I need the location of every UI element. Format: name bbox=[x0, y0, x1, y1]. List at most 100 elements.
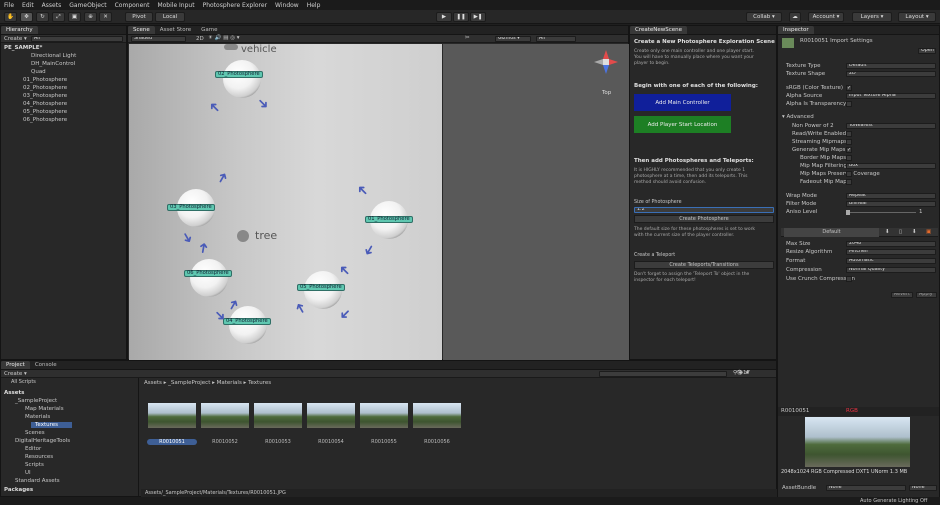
account-button[interactable]: Account ▾ bbox=[808, 12, 844, 22]
scene-root-item[interactable]: PE_SAMPLE* bbox=[4, 45, 42, 51]
collab-button[interactable]: Collab ▾ bbox=[746, 12, 782, 22]
photosphere-node[interactable] bbox=[223, 60, 261, 98]
tab-console[interactable]: Console bbox=[30, 361, 62, 369]
scale-tool-icon[interactable]: ⤢ bbox=[52, 12, 65, 22]
apply-button[interactable]: Apply bbox=[916, 292, 937, 298]
folder-item[interactable]: Editor bbox=[25, 446, 41, 452]
crunch-checkbox[interactable] bbox=[846, 276, 852, 282]
custom-tool-icon[interactable]: ✕ bbox=[99, 12, 112, 22]
rect-tool-icon[interactable]: ▣ bbox=[68, 12, 81, 22]
hierarchy-item[interactable]: Quad bbox=[31, 69, 46, 75]
format-dropdown[interactable]: Automatic bbox=[846, 258, 936, 264]
folder-item[interactable]: Scripts bbox=[25, 462, 44, 468]
menu-help[interactable]: Help bbox=[303, 2, 325, 9]
scene-gizmo-icon[interactable] bbox=[592, 48, 620, 76]
texture-thumbnail[interactable] bbox=[201, 403, 249, 428]
hierarchy-create-button[interactable]: Create ▾ bbox=[4, 36, 27, 42]
srgb-checkbox[interactable]: ✓ bbox=[846, 85, 852, 91]
aniso-slider-handle[interactable] bbox=[846, 210, 850, 215]
gizmos-dropdown[interactable]: Gizmos ▾ bbox=[495, 36, 531, 42]
tab-platform-default[interactable]: Default bbox=[784, 228, 879, 237]
thumbnail-label[interactable]: R0010055 bbox=[359, 439, 409, 445]
menu-photosphere-explorer[interactable]: Photosphere Explorer bbox=[199, 2, 271, 9]
open-button[interactable]: Open bbox=[918, 48, 936, 54]
pivot-button[interactable]: Pivot bbox=[125, 12, 153, 22]
thumbnail-label[interactable]: R0010051 bbox=[147, 439, 197, 445]
all-scripts-item[interactable]: All Scripts bbox=[11, 379, 36, 385]
hierarchy-item[interactable]: 06_Photosphere bbox=[23, 117, 67, 123]
menu-component[interactable]: Component bbox=[111, 2, 154, 9]
transform-tool-icon[interactable]: ⊕ bbox=[84, 12, 97, 22]
hand-tool-icon[interactable]: ✋ bbox=[4, 12, 17, 22]
rotate-tool-icon[interactable]: ↻ bbox=[36, 12, 49, 22]
non-power-dropdown[interactable]: ToNearest bbox=[846, 123, 936, 129]
folder-item[interactable]: Standard Assets bbox=[15, 478, 60, 484]
create-photosphere-button[interactable]: Create Photosphere bbox=[634, 215, 774, 223]
layers-dropdown[interactable]: Layers ▾ bbox=[852, 12, 892, 22]
platform-ios-icon[interactable]: ▯ bbox=[899, 229, 902, 235]
size-input[interactable]: 1.2 bbox=[634, 207, 774, 213]
tab-project[interactable]: Project bbox=[1, 361, 30, 369]
2d-toggle[interactable]: 2D bbox=[196, 36, 204, 42]
aniso-value[interactable]: 1 bbox=[919, 209, 923, 215]
menu-gameobject[interactable]: GameObject bbox=[65, 2, 110, 9]
scene-search-input[interactable]: All bbox=[536, 36, 576, 42]
texture-thumbnail[interactable] bbox=[360, 403, 408, 428]
compression-dropdown[interactable]: Normal Quality bbox=[846, 267, 936, 273]
scene-viewport[interactable]: vehicle tree 02_Photosphere 03_Photosphe… bbox=[129, 44, 442, 360]
texture-type-dropdown[interactable]: Default bbox=[846, 63, 936, 69]
asset-bundle-dropdown[interactable]: None bbox=[826, 485, 906, 491]
tab-game[interactable]: Game bbox=[196, 26, 222, 34]
thumbnail-label[interactable]: R0010056 bbox=[412, 439, 462, 445]
menu-file[interactable]: File bbox=[0, 2, 18, 9]
texture-thumbnail[interactable] bbox=[254, 403, 302, 428]
menu-edit[interactable]: Edit bbox=[18, 2, 38, 9]
folder-item[interactable]: Scenes bbox=[25, 430, 45, 436]
photosphere-node[interactable] bbox=[190, 259, 228, 297]
hierarchy-item[interactable]: 04_Photosphere bbox=[23, 101, 67, 107]
add-main-controller-button[interactable]: Add Main Controller bbox=[634, 94, 731, 111]
lighting-icon[interactable]: ☀ 🔊 ▤ ◎ ▾ bbox=[208, 35, 240, 41]
hierarchy-item[interactable]: 01_Photosphere bbox=[23, 77, 67, 83]
menu-assets[interactable]: Assets bbox=[38, 2, 66, 9]
hierarchy-item[interactable]: DH_MainControl bbox=[31, 61, 75, 67]
move-tool-icon[interactable]: ✥ bbox=[20, 12, 33, 22]
folder-item[interactable]: UI bbox=[25, 470, 31, 476]
fadeout-checkbox[interactable] bbox=[846, 179, 852, 185]
texture-thumbnail[interactable] bbox=[307, 403, 355, 428]
project-create-button[interactable]: Create ▾ bbox=[4, 371, 27, 377]
tab-scene[interactable]: Scene bbox=[128, 26, 155, 34]
step-button[interactable]: ▶❚ bbox=[470, 12, 486, 22]
pause-button[interactable]: ❚❚ bbox=[453, 12, 469, 22]
play-button[interactable]: ▶ bbox=[436, 12, 452, 22]
hierarchy-item[interactable]: 03_Photosphere bbox=[23, 93, 67, 99]
project-search-input[interactable] bbox=[599, 371, 727, 377]
layout-dropdown[interactable]: Layout ▾ bbox=[898, 12, 936, 22]
project-breadcrumb[interactable]: Assets ▸ _SampleProject ▸ Materials ▸ Te… bbox=[144, 380, 271, 386]
create-teleports-button[interactable]: Create Teleports/Transitions bbox=[634, 261, 774, 269]
texture-thumbnail[interactable] bbox=[148, 403, 196, 428]
folder-item[interactable]: Resources bbox=[25, 454, 53, 460]
border-mip-checkbox[interactable] bbox=[846, 155, 852, 161]
platform-android-icon[interactable]: ⬇ bbox=[912, 229, 917, 235]
hierarchy-item[interactable]: 02_Photosphere bbox=[23, 85, 67, 91]
tab-hierarchy[interactable]: Hierarchy bbox=[1, 26, 38, 34]
mip-filter-dropdown[interactable]: Box bbox=[846, 163, 936, 169]
thumbnail-label[interactable]: R0010052 bbox=[200, 439, 250, 445]
texture-shape-dropdown[interactable]: 2D bbox=[846, 71, 936, 77]
hierarchy-item[interactable]: Directional Light bbox=[31, 53, 76, 59]
alpha-source-dropdown[interactable]: Input Texture Alpha bbox=[846, 93, 936, 99]
revert-button[interactable]: Revert bbox=[891, 292, 913, 298]
tab-asset-store[interactable]: Asset Store bbox=[155, 26, 196, 34]
folder-item[interactable]: DigitalHeritageTools bbox=[15, 438, 70, 444]
platform-webgl-icon[interactable]: ▣ bbox=[926, 229, 931, 235]
preview-channel-toggles[interactable]: RGB bbox=[846, 408, 858, 414]
cloud-icon[interactable]: ☁ bbox=[789, 12, 801, 22]
menu-window[interactable]: Window bbox=[271, 2, 303, 9]
tab-inspector[interactable]: Inspector bbox=[778, 26, 814, 34]
tab-create-new-scene[interactable]: CreateNewScene bbox=[630, 26, 688, 34]
tools-icon[interactable]: ✂ bbox=[465, 35, 470, 41]
alpha-transparency-checkbox[interactable] bbox=[846, 101, 852, 107]
streaming-checkbox[interactable] bbox=[846, 139, 852, 145]
folder-item[interactable]: Materials bbox=[25, 414, 50, 420]
